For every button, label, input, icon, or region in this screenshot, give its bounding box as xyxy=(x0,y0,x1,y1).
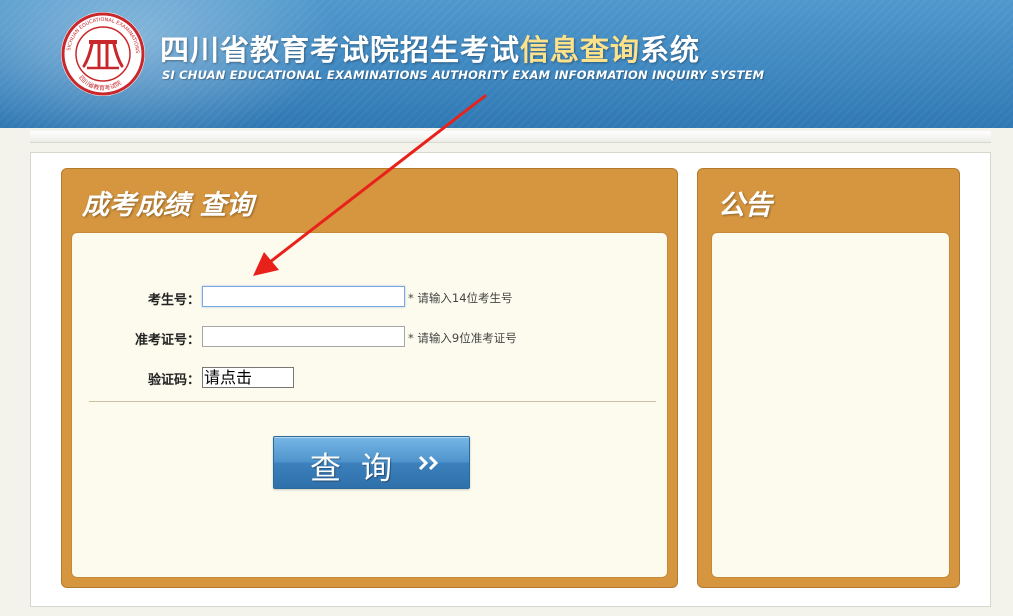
form-divider xyxy=(89,401,656,402)
score-query-title: 成考成绩 查询 xyxy=(82,190,254,221)
site-title-tail: 系统 xyxy=(640,33,701,67)
score-query-panel: 成考成绩 查询 考生号： * 请输入14位考生号 准考证号： * 请输入9位准考… xyxy=(61,168,678,588)
double-chevron-right-icon xyxy=(418,455,439,471)
site-header: SICHUAN EDUCATIONAL EXAMINATIONS AUTHORI… xyxy=(0,0,1013,128)
site-title-main: 四川省教育考试院招生考试 xyxy=(160,33,521,67)
site-title: 四川省教育考试院招生考试信息查询系统 xyxy=(160,27,700,69)
site-title-highlight: 信息查询 xyxy=(520,33,641,67)
exam-no-hint: * 请输入14位考生号 xyxy=(408,291,513,305)
exam-no-label: 考生号： xyxy=(147,293,200,308)
captcha-image[interactable]: 请点击 xyxy=(202,367,294,388)
exam-no-input[interactable] xyxy=(202,286,405,307)
captcha-label: 验证码： xyxy=(147,373,200,388)
authority-seal-logo: SICHUAN EDUCATIONAL EXAMINATIONS AUTHORI… xyxy=(59,10,145,96)
query-submit-button[interactable]: 查询 xyxy=(273,436,470,489)
admission-no-input[interactable] xyxy=(202,326,405,347)
admission-no-hint: * 请输入9位准考证号 xyxy=(408,331,517,345)
notice-content xyxy=(711,232,950,578)
header-underbar xyxy=(30,131,991,143)
notice-title: 公告 xyxy=(718,190,772,221)
admission-no-label: 准考证号： xyxy=(134,333,200,348)
score-query-form: 考生号： * 请输入14位考生号 准考证号： * 请输入9位准考证号 验证码： … xyxy=(71,232,668,578)
notice-panel: 公告 xyxy=(697,168,960,588)
query-submit-label: 查询 xyxy=(310,451,412,487)
site-subtitle: SI CHUAN EDUCATIONAL EXAMINATIONS AUTHOR… xyxy=(162,68,765,82)
